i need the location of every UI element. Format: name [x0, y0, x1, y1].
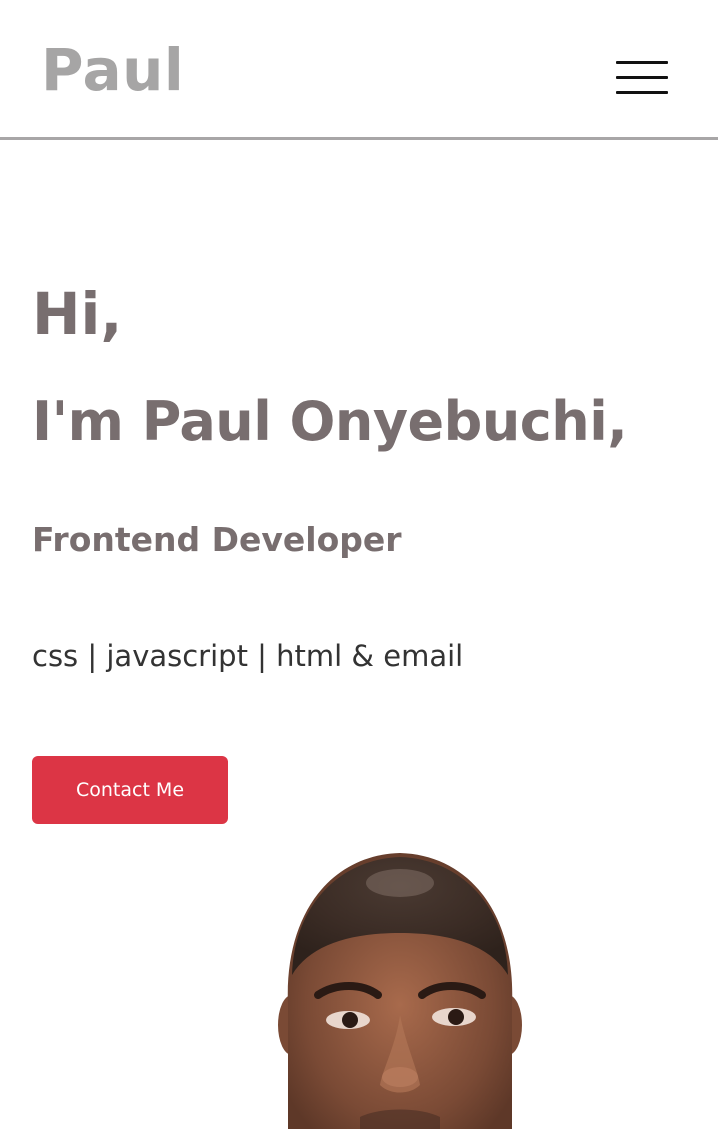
hero-greeting: Hi, — [32, 280, 123, 348]
hero-skills: css | javascript | html & email — [32, 639, 464, 673]
contact-me-button[interactable]: Contact Me — [32, 756, 228, 824]
site-header: Paul — [0, 0, 718, 140]
menu-bar-bottom — [616, 91, 668, 94]
site-logo[interactable]: Paul — [41, 30, 184, 110]
hero-role: Frontend Developer — [32, 520, 402, 559]
hamburger-menu-icon[interactable] — [612, 56, 670, 98]
profile-photo — [270, 845, 530, 1129]
profile-photo-illustration — [278, 853, 522, 1129]
menu-bar-top — [616, 61, 668, 64]
hero-name: I'm Paul Onyebuchi, — [32, 390, 628, 453]
menu-bar-middle — [616, 76, 668, 79]
